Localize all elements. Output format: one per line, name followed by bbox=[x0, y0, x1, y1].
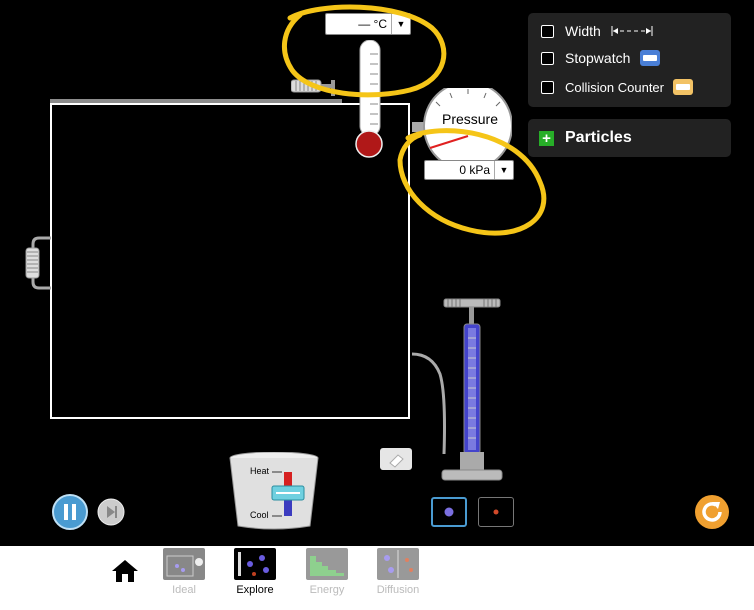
energy-screen-icon bbox=[306, 548, 348, 580]
collision-counter-icon bbox=[673, 79, 693, 95]
width-ruler-icon bbox=[611, 26, 653, 36]
stopwatch-label: Stopwatch bbox=[565, 50, 631, 66]
light-particle-icon bbox=[493, 509, 499, 515]
explore-screen-icon bbox=[234, 548, 276, 580]
pressure-label: Pressure bbox=[441, 111, 499, 127]
pressure-value: 0 kPa bbox=[459, 163, 490, 177]
stopwatch-icon bbox=[640, 50, 661, 66]
eraser-button[interactable] bbox=[380, 448, 412, 470]
ideal-screen-icon bbox=[163, 548, 205, 580]
nav-ideal-label: Ideal bbox=[172, 584, 196, 596]
lid-handle[interactable] bbox=[291, 78, 339, 96]
nav-explore-label: Explore bbox=[236, 584, 274, 596]
step-forward-button[interactable] bbox=[97, 498, 125, 526]
collision-counter-option[interactable]: Collision Counter bbox=[541, 79, 693, 95]
heat-label: Heat bbox=[250, 466, 270, 476]
temperature-value: — °C bbox=[358, 17, 387, 31]
nav-energy-label: Energy bbox=[309, 584, 345, 596]
heavy-particle-button[interactable] bbox=[431, 497, 467, 527]
pause-button[interactable] bbox=[52, 494, 88, 530]
chevron-down-icon[interactable]: ▼ bbox=[391, 14, 410, 34]
thermometer-icon bbox=[355, 40, 383, 158]
pressure-readout[interactable]: 0 kPa ▼ bbox=[424, 160, 514, 180]
collision-counter-checkbox[interactable] bbox=[541, 80, 554, 94]
collision-counter-label: Collision Counter bbox=[565, 79, 664, 95]
eraser-icon bbox=[389, 454, 404, 468]
nav-ideal[interactable]: Ideal bbox=[154, 548, 214, 596]
nav-energy[interactable]: Energy bbox=[297, 548, 357, 596]
light-particle-button[interactable] bbox=[478, 497, 514, 527]
stopwatch-option[interactable]: Stopwatch bbox=[541, 50, 661, 66]
bicycle-pump[interactable] bbox=[412, 294, 508, 484]
heater-cooler[interactable] bbox=[228, 452, 320, 532]
chevron-down-icon[interactable]: ▼ bbox=[494, 161, 513, 179]
stopwatch-checkbox[interactable] bbox=[541, 51, 554, 65]
navigation-bar: Ideal Explore Energy Diffusion bbox=[0, 546, 754, 610]
heavy-particle-icon bbox=[444, 507, 454, 517]
reset-all-button[interactable] bbox=[694, 494, 730, 530]
width-label: Width bbox=[565, 23, 601, 39]
options-panel: Width Stopwatch Collision Counter bbox=[528, 13, 731, 107]
width-checkbox[interactable] bbox=[541, 24, 554, 38]
particles-title: Particles bbox=[565, 129, 632, 146]
width-option[interactable]: Width bbox=[541, 23, 653, 39]
home-icon[interactable] bbox=[110, 558, 140, 584]
nav-diffusion[interactable]: Diffusion bbox=[368, 548, 428, 596]
diffusion-screen-icon bbox=[377, 548, 419, 580]
width-handle[interactable] bbox=[25, 236, 53, 290]
particles-accordion[interactable]: + Particles bbox=[528, 119, 731, 157]
expand-plus-icon[interactable]: + bbox=[539, 130, 554, 146]
nav-diffusion-label: Diffusion bbox=[376, 584, 420, 596]
temperature-readout[interactable]: — °C ▼ bbox=[325, 13, 411, 35]
nav-explore[interactable]: Explore bbox=[225, 548, 285, 596]
cool-label: Cool bbox=[250, 510, 269, 520]
